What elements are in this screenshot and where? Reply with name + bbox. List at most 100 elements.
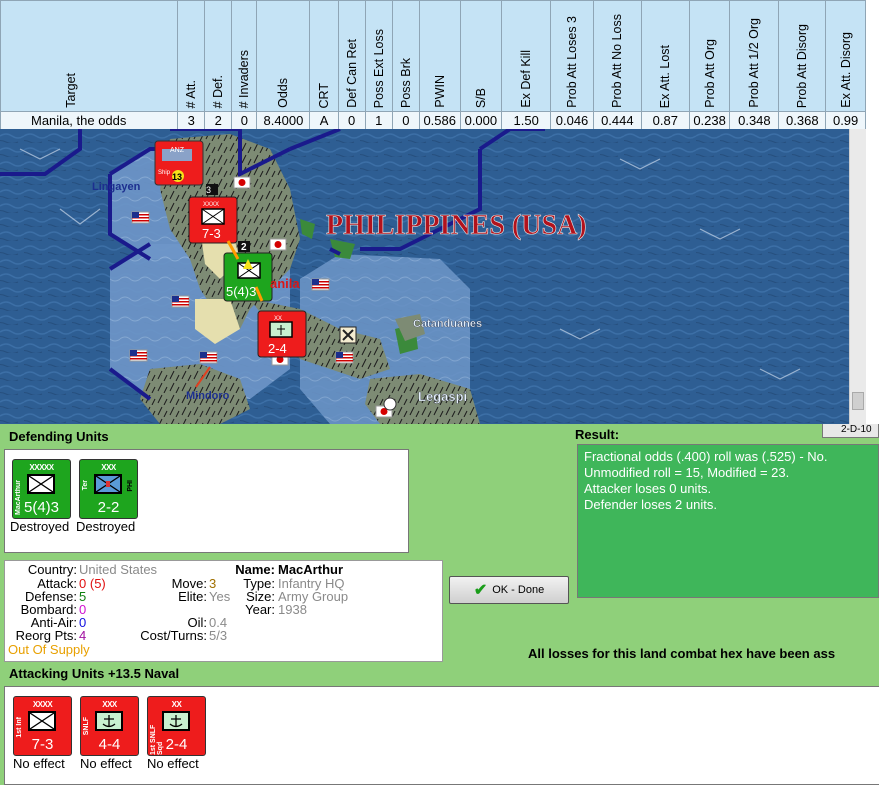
col-header-prob-att-loses-3[interactable]: Prob Att Loses 3 <box>550 0 594 112</box>
ok-done-label: OK - Done <box>492 584 545 596</box>
map-region-title: PHILIPPINES (USA) <box>326 210 587 241</box>
col-header-sb[interactable]: S/B <box>459 0 503 112</box>
unit-counter-1st-snlf-sqd[interactable]: XX 1st SNLF Sqd 2-4 <box>147 696 206 756</box>
unit-status: Destroyed <box>10 519 70 534</box>
col-header-poss-brk[interactable]: Poss Brk <box>391 0 420 112</box>
counter-label: ANZ <box>170 147 185 154</box>
map-view[interactable]: 3 2 PHILIPPINES (USA) Lingayen anila Cat… <box>0 129 849 424</box>
japan-flag-icon <box>269 238 287 251</box>
col-header-prob-att-org[interactable]: Prob Att Org <box>688 0 731 112</box>
unit-counter-1st-inf[interactable]: XXXX 1st Inf 7-3 <box>13 696 72 756</box>
table-cell: 1 <box>364 111 393 130</box>
counter-label: XX <box>274 316 282 322</box>
scrollbar-thumb[interactable] <box>852 392 864 410</box>
defending-units-box: XXXXX MacArthur 5(4)3 Destroyed XXX Ter … <box>4 449 409 553</box>
window-edge <box>866 0 879 424</box>
col-header-prob-att-half-org[interactable]: Prob Att 1/2 Org <box>729 0 780 112</box>
col-header-prob-att-no-loss[interactable]: Prob Att No Loss <box>592 0 642 112</box>
result-line: Attacker loses 0 units. <box>584 481 712 496</box>
unit-counter-macarthur[interactable]: XXXXX MacArthur 5(4)3 <box>12 459 71 519</box>
country-label: Country: <box>27 562 77 577</box>
cost-turns-value: 5/3 <box>209 628 228 643</box>
stack-count: 2 <box>241 242 247 253</box>
unit-size: XXX <box>102 700 117 709</box>
col-header-att[interactable]: # Att. <box>177 0 206 112</box>
col-header-ex-att-disorg[interactable]: Ex Att. Disorg <box>825 0 866 112</box>
unit-strength: 5(4)3 <box>23 499 60 516</box>
port-icon <box>383 397 397 411</box>
japan-flag-icon <box>233 176 251 189</box>
table-cell: 0.348 <box>729 111 780 130</box>
unit-name: Ter <box>82 480 89 491</box>
supply-status: Out Of Supply <box>8 642 90 657</box>
city-label-mindoro: Mindoro <box>186 390 230 402</box>
city-label-manila: anila <box>270 276 300 291</box>
result-line: Unmodified roll = 15, Modified = 23. <box>584 465 790 480</box>
counter-label: Ship <box>158 170 171 176</box>
defending-units-heading: Defending Units <box>9 429 109 444</box>
col-header-def-can-ret[interactable]: Def Can Ret <box>337 0 366 112</box>
unit-size: XXX <box>101 463 116 472</box>
anchor-icon <box>162 711 190 731</box>
table-cell: A <box>309 111 339 130</box>
check-icon: ✔ <box>473 582 488 599</box>
partial-tab[interactable]: 2-D-10 <box>822 424 879 438</box>
counter-label: 5(4)3 <box>226 284 256 299</box>
table-cell: 2 <box>204 111 233 130</box>
unit-counter-snlf[interactable]: XXX SNLF 4-4 <box>80 696 139 756</box>
col-header-poss-ext-loss[interactable]: Poss Ext Loss <box>364 0 393 112</box>
reorg-label: Reorg Pts: <box>15 628 77 643</box>
table-cell: 0 <box>337 111 366 130</box>
unit-size: XXXX <box>32 700 53 709</box>
unit-strength: 4-4 <box>98 736 121 753</box>
unit-size: XXXXX <box>29 463 54 472</box>
unit-size: XX <box>171 700 182 709</box>
ok-done-button[interactable]: ✔ OK - Done <box>449 576 569 604</box>
usa-flag-icon <box>311 278 330 291</box>
usa-flag-icon <box>129 349 148 362</box>
table-cell: 0 <box>391 111 420 130</box>
col-header-ex-att-lost[interactable]: Ex Att. Lost <box>640 0 690 112</box>
unit-name: SNLF <box>83 717 90 736</box>
odds-table: Target # Att. # Def. # Invaders Odds CRT… <box>0 0 866 130</box>
col-header-target[interactable]: Target <box>0 0 179 112</box>
unit-name: 1st Inf <box>16 717 23 738</box>
table-cell: 0.368 <box>778 111 827 130</box>
unit-counter-ter-phi[interactable]: XXX Ter PHI 2-2 <box>79 459 138 519</box>
usa-flag-icon <box>131 211 150 224</box>
col-header-crt[interactable]: CRT <box>309 0 339 112</box>
col-header-pwin[interactable]: PWIN <box>418 0 461 112</box>
name-value: MacArthur <box>278 562 344 577</box>
country-value: United States <box>79 562 158 577</box>
col-header-ex-def-kill[interactable]: Ex Def Kill <box>501 0 552 112</box>
elite-label: Elite: <box>178 589 207 604</box>
table-row[interactable]: Manila, the odds 3 2 0 8.4000 A 0 1 0 0.… <box>0 111 866 130</box>
table-cell: 0.000 <box>459 111 503 130</box>
airbase-icon <box>339 326 357 344</box>
col-header-invaders[interactable]: # Invaders <box>231 0 258 112</box>
unit-strength: 2-4 <box>165 736 188 753</box>
odds-header-row: Target # Att. # Def. # Invaders Odds CRT… <box>0 0 866 112</box>
table-cell: 0.444 <box>592 111 642 130</box>
col-header-prob-att-disorg[interactable]: Prob Att Disorg <box>778 0 827 112</box>
city-label-catanduanes: Catanduanes <box>413 318 482 330</box>
year-label: Year: <box>245 602 275 617</box>
attacking-units-box: XXXX 1st Inf 7-3 No effect XXX SNLF 4-4 … <box>4 686 879 785</box>
unit-strength: 2-2 <box>97 499 120 516</box>
result-text-box: Fractional odds (.400) roll was (.525) -… <box>577 444 879 598</box>
result-line: Fractional odds (.400) roll was (.525) -… <box>584 449 828 464</box>
table-cell: 0.87 <box>640 111 690 130</box>
unit-status: No effect <box>80 756 132 771</box>
anchor-icon <box>95 711 123 731</box>
counter-label: 7-3 <box>202 226 221 241</box>
col-header-def[interactable]: # Def. <box>204 0 233 112</box>
territorial-infantry-icon <box>94 474 122 494</box>
col-header-odds[interactable]: Odds <box>256 0 311 112</box>
counter-label: 13 <box>172 172 182 182</box>
map-scrollbar[interactable] <box>849 129 866 424</box>
unit-nation: PHI <box>127 480 134 492</box>
result-heading: Result: <box>575 427 620 442</box>
usa-flag-icon <box>171 295 190 308</box>
table-cell: 0 <box>231 111 258 130</box>
stack-count: 3 <box>206 185 211 195</box>
